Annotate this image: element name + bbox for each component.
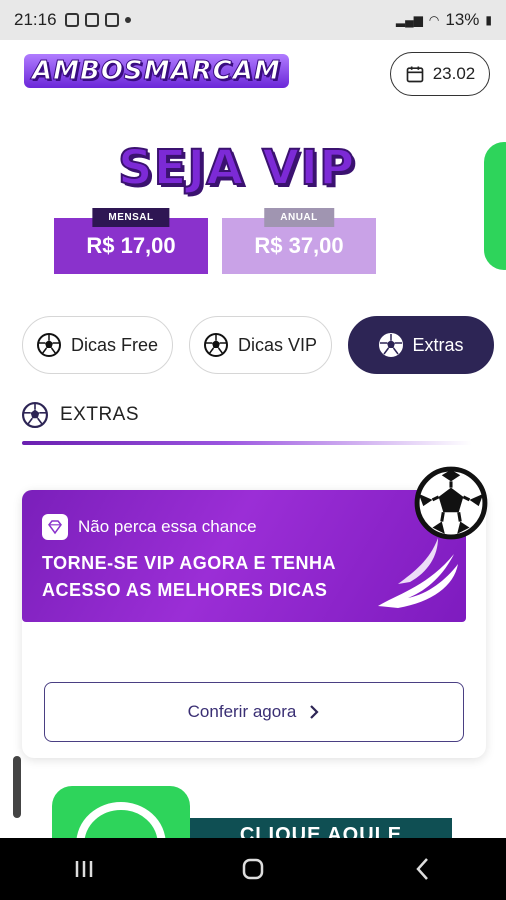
plan-price-annual: R$ 37,00 (254, 233, 344, 258)
home-button[interactable] (233, 849, 273, 889)
plan-price-monthly: R$ 17,00 (86, 233, 176, 258)
promo-subtitle: Não perca essa chance (78, 517, 257, 536)
gem-icon (42, 514, 68, 540)
app-header: AMBOSMARCAM 23.02 (0, 40, 506, 110)
plan-monthly[interactable]: MENSAL R$ 17,00 (54, 208, 208, 274)
whatsapp-icon (76, 801, 166, 847)
system-icons: ▂▄▆ ◠ 13% ▮ (396, 10, 492, 30)
tab-extras[interactable]: Extras (348, 316, 495, 374)
app-logo[interactable]: AMBOSMARCAM (24, 54, 289, 88)
tab-label: Extras (412, 334, 464, 355)
date-button[interactable]: 23.02 (390, 52, 490, 96)
section-divider (22, 441, 472, 445)
app-icon (104, 13, 119, 27)
next-banner-peek[interactable] (484, 142, 506, 270)
back-icon (415, 858, 428, 880)
status-bar: 21:16 ▂▄▆ ◠ 13% ▮ (0, 0, 506, 40)
notification-icons (64, 13, 131, 27)
back-button[interactable] (402, 849, 442, 889)
promo-card: Não perca essa chance TORNE-SE VIP AGORA… (22, 466, 488, 758)
soccer-ball-icon (378, 333, 403, 357)
tab-label: Dicas VIP (238, 334, 318, 355)
soccer-ball-icon (204, 333, 229, 357)
section-header: EXTRAS (22, 402, 139, 428)
cta-label: Conferir agora (187, 702, 297, 721)
soccer-ball-icon (22, 402, 48, 428)
gallery-icon (64, 13, 79, 27)
battery-percent: 13% (445, 10, 480, 29)
notification-icon (84, 13, 99, 27)
plan-annual[interactable]: ANUAL R$ 37,00 (222, 208, 376, 274)
scroll-handle[interactable] (13, 756, 21, 818)
promo-headline: TORNE-SE VIP AGORA E TENHA ACESSO AS MEL… (42, 553, 336, 600)
plan-tag-annual: ANUAL (264, 208, 334, 227)
wifi-icon: ◠ (428, 13, 440, 27)
soccer-ball-icon (414, 466, 488, 540)
battery-icon: ▮ (485, 13, 492, 27)
whatsapp-banner-icon[interactable] (52, 786, 190, 847)
recent-apps-icon (76, 861, 93, 877)
tab-dicas-vip[interactable]: Dicas VIP (189, 316, 333, 374)
signal-icon: ▂▄▆ (395, 13, 423, 27)
soccer-ball-icon (37, 333, 61, 357)
promo-subtitle-row: Não perca essa chance (42, 514, 257, 540)
conferir-agora-button[interactable]: Conferir agora (44, 682, 464, 742)
system-nav-bar (0, 838, 506, 900)
calendar-icon (406, 66, 424, 83)
home-icon (242, 858, 264, 880)
tab-dicas-free[interactable]: Dicas Free (22, 316, 174, 374)
section-title: EXTRAS (60, 404, 140, 425)
plan-tag-monthly: MENSAL (92, 208, 170, 227)
chevron-right-icon (310, 705, 319, 719)
vip-banner[interactable]: SEJA VIP MENSAL R$ 17,00 ANUAL R$ 37,00 (0, 110, 506, 300)
vip-title: SEJA VIP (117, 139, 356, 197)
status-time: 21:16 (14, 10, 57, 29)
date-label: 23.02 (432, 64, 476, 83)
recent-apps-button[interactable] (64, 849, 104, 889)
tab-label: Dicas Free (71, 334, 159, 355)
more-dot-icon (124, 17, 131, 23)
category-tabs: Dicas Free Dicas VIP Extras (22, 316, 495, 374)
promo-banner[interactable]: Não perca essa chance TORNE-SE VIP AGORA… (22, 490, 466, 622)
